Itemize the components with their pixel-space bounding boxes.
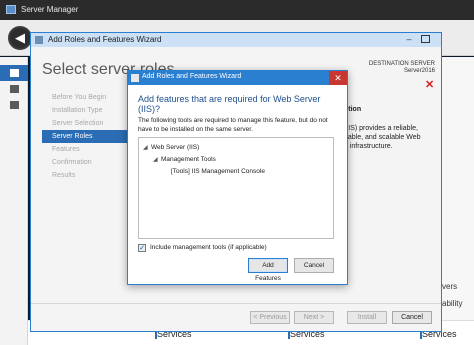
tree-node-label: Web Server (IIS) <box>151 144 200 151</box>
maximize-icon[interactable] <box>421 35 430 43</box>
step-server-selection[interactable]: Server Selection <box>42 117 132 130</box>
dialog-icon <box>131 74 139 82</box>
step-server-roles[interactable]: Server Roles <box>42 130 132 143</box>
tree-node-web-server[interactable]: ◢ Web Server (IIS) <box>143 144 199 151</box>
add-features-dialog: Add Roles and Features Wizard ✕ Add feat… <box>127 70 348 285</box>
server-manager-sidebar <box>0 57 28 345</box>
required-features-tree: ◢ Web Server (IIS) ◢ Management Tools [Too… <box>138 137 334 239</box>
wizard-icon <box>35 36 43 44</box>
destination-server-label: DESTINATION SERVER <box>368 61 435 67</box>
include-tools-label[interactable]: Include management tools (if applicable) <box>150 244 267 251</box>
step-installation-type[interactable]: Installation Type <box>42 104 132 117</box>
tree-node-management-tools[interactable]: ◢ Management Tools <box>153 156 216 163</box>
dialog-title: Add Roles and Features Wizard <box>142 73 242 80</box>
install-button[interactable]: Install <box>347 311 387 324</box>
add-features-button[interactable]: Add Features <box>248 258 288 282</box>
partial-text: vers <box>442 282 458 291</box>
tree-node-label: [Tools] IIS Management Console <box>171 168 265 175</box>
server-manager-icon <box>6 5 16 14</box>
servers-icon <box>10 101 19 109</box>
tree-node-label: Management Tools <box>161 156 216 163</box>
sidebar-item-all-servers[interactable] <box>0 97 28 113</box>
sidebar-item-dashboard[interactable] <box>0 65 28 81</box>
close-icon: ✕ <box>425 79 435 91</box>
dashboard-icon <box>10 69 19 77</box>
server-icon <box>10 85 19 93</box>
server-manager-title: Server Manager <box>21 5 79 14</box>
step-results[interactable]: Results <box>42 169 132 182</box>
wizard-title: Add Roles and Features Wizard <box>48 35 162 44</box>
tree-node-iis-console[interactable]: [Tools] IIS Management Console <box>171 168 265 175</box>
role-description-line: n infrastructure. <box>344 143 393 150</box>
wizard-cancel-button[interactable]: Cancel <box>392 311 432 324</box>
wizard-footer: < Previous Next > Install Cancel <box>31 303 441 331</box>
role-description: ption (IIS) provides a reliable, eable, … <box>344 105 440 151</box>
expand-arrow-icon[interactable]: ◢ <box>153 156 161 163</box>
dialog-cancel-button[interactable]: Cancel <box>294 258 334 273</box>
step-before-you-begin[interactable]: Before You Begin <box>42 91 132 104</box>
previous-button[interactable]: < Previous <box>250 311 290 324</box>
next-button[interactable]: Next > <box>294 311 334 324</box>
dialog-close-button[interactable]: ✕ <box>329 71 347 85</box>
minimize-icon[interactable]: – <box>403 34 415 45</box>
dialog-description: The following tools are required to mana… <box>138 117 328 133</box>
wizard-titlebar: Add Roles and Features Wizard – <box>31 33 441 47</box>
server-manager-titlebar: Server Manager <box>0 0 474 20</box>
dialog-heading: Add features that are required for Web S… <box>138 94 321 114</box>
include-tools-checkbox[interactable]: ✓ <box>138 244 146 252</box>
step-confirmation[interactable]: Confirmation <box>42 156 132 169</box>
sidebar-item-local-server[interactable] <box>0 81 28 97</box>
step-features[interactable]: Features <box>42 143 132 156</box>
role-description-line: eable, and scalable Web <box>344 134 421 141</box>
back-button[interactable]: ◀ <box>8 26 32 50</box>
dialog-titlebar: Add Roles and Features Wizard ✕ <box>128 71 347 85</box>
role-description-header: ption <box>344 106 362 113</box>
partial-text: ability <box>442 299 463 308</box>
expand-arrow-icon[interactable]: ◢ <box>143 144 151 151</box>
role-description-line: (IIS) provides a reliable, <box>344 125 418 132</box>
